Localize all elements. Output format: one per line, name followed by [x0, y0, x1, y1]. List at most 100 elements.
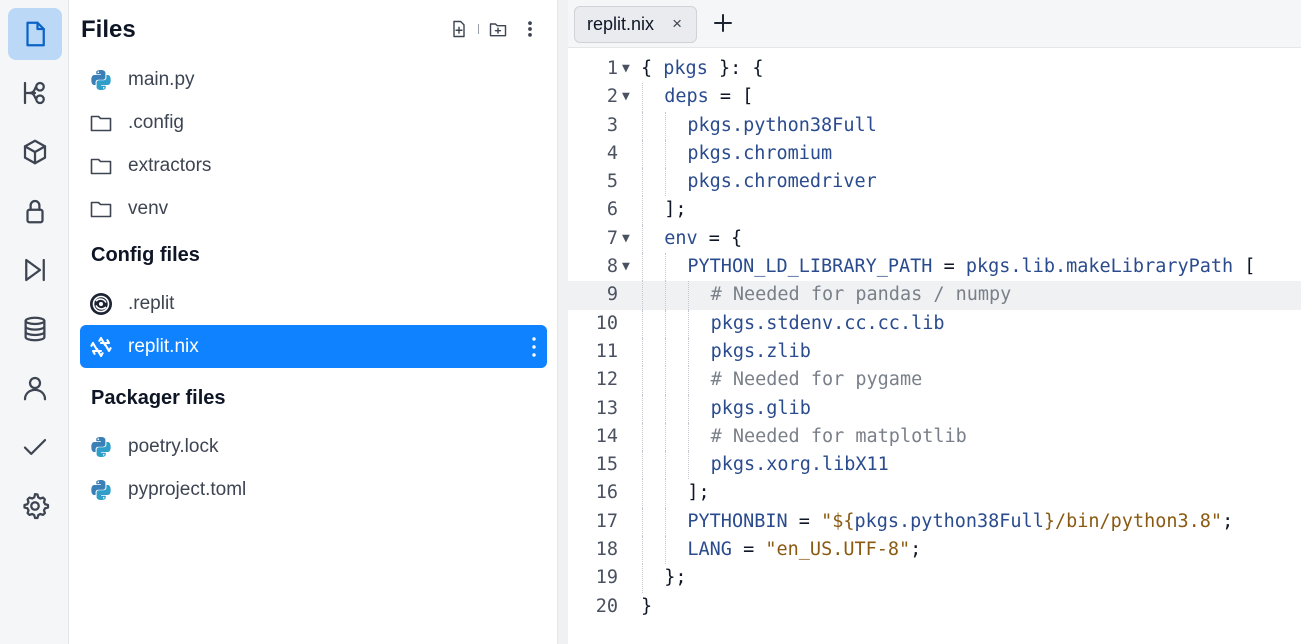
code-line[interactable]: 2 ▼ deps = [ [568, 83, 1301, 112]
indent-guide [642, 337, 643, 367]
code-token: pkgs.stdenv.cc.cc.lib [710, 312, 945, 334]
code-line[interactable]: 18 LANG = "en_US.UTF-8"; [568, 536, 1301, 565]
code-text: PYTHONBIN = "${pkgs.python38Full}/bin/py… [687, 508, 1233, 536]
code-text: }; [664, 564, 686, 592]
file-item-replit[interactable]: .replit [80, 282, 547, 325]
folder-item-extractors[interactable]: extractors [80, 144, 547, 187]
code-line[interactable]: 9 # Needed for pandas / numpy [568, 281, 1301, 310]
indent-guide [665, 536, 667, 565]
indent-guide [642, 564, 643, 593]
folder-item-config[interactable]: .config [80, 101, 547, 144]
config-files-heading: Config files [91, 244, 200, 266]
indent-guide [665, 309, 667, 338]
indent-guide [688, 394, 690, 423]
indent-guide [642, 479, 643, 508]
code-token: # Needed for pandas / numpy [710, 284, 1012, 306]
code-line[interactable]: 16]; [568, 479, 1301, 508]
code-line[interactable]: 8 ▼ PYTHON_LD_LIBRARY_PATH = pkgs.lib.make… [568, 253, 1301, 282]
fold-arrow-icon[interactable]: ▼ [622, 83, 630, 111]
line-number: 11 [595, 340, 618, 362]
folder-label: extractors [128, 154, 212, 176]
check-icon[interactable] [8, 421, 62, 473]
code-line[interactable]: 19}; [568, 564, 1301, 593]
tab-label: replit.nix [587, 14, 655, 34]
add-tab-icon[interactable] [711, 11, 735, 35]
code-token: pkgs.chromium [687, 142, 833, 164]
line-number: 8 [606, 256, 618, 278]
file-item-pyproject-toml[interactable]: pyproject.toml [80, 468, 547, 511]
fold-arrow-icon[interactable]: ▼ [622, 225, 630, 253]
new-file-icon[interactable] [446, 16, 472, 42]
file-item-replit-nix[interactable]: replit.nix [80, 325, 547, 368]
file-item-poetry-lock[interactable]: poetry.lock [80, 425, 547, 468]
code-token: = { [697, 227, 743, 249]
code-text: # Needed for pygame [711, 366, 923, 394]
user-icon[interactable] [8, 362, 62, 414]
code-token: ]; [664, 199, 687, 221]
file-label: pyproject.toml [128, 478, 247, 500]
more-options-icon[interactable] [517, 16, 543, 42]
code-line[interactable]: 3 pkgs.python38Full [568, 111, 1301, 140]
indent-guide [642, 281, 643, 310]
code-line[interactable]: 5 pkgs.chromedriver [568, 168, 1301, 197]
code-token: }: { [707, 58, 764, 79]
settings-gear-icon[interactable] [8, 480, 62, 532]
code-line[interactable]: 12 # Needed for pygame [568, 366, 1301, 395]
run-icon[interactable] [8, 244, 62, 296]
code-token: = [932, 256, 966, 278]
packages-cube-icon[interactable] [8, 126, 62, 178]
code-line[interactable]: 17 PYTHONBIN = "${pkgs.python38Full}/bin/… [568, 507, 1301, 537]
replit-config-icon [89, 292, 113, 316]
folder-item-venv[interactable]: venv [80, 187, 547, 230]
file-item-main-py[interactable]: main.py [80, 58, 547, 101]
indent-guide [642, 422, 643, 452]
code-text: pkgs.zlib [711, 338, 811, 366]
packager-files-heading: Packager files [91, 387, 226, 409]
code-line[interactable]: 11 pkgs.zlib [568, 337, 1301, 367]
code-line[interactable]: 6]; [568, 196, 1301, 225]
line-number: 5 [606, 171, 618, 193]
indent-guide [642, 309, 643, 338]
folder-label: venv [128, 197, 169, 219]
close-icon[interactable]: × [672, 14, 682, 34]
code-line[interactable]: 10 pkgs.stdenv.cc.cc.lib [568, 309, 1301, 338]
indent-guide [665, 366, 667, 395]
code-line[interactable]: 13 pkgs.glib [568, 394, 1301, 423]
tab-replit-nix[interactable]: replit.nix × [574, 6, 697, 43]
code-line[interactable]: 15 pkgs.xorg.libX11 [568, 451, 1301, 480]
indent-guide [642, 224, 643, 254]
fold-arrow-icon[interactable]: ▼ [622, 253, 630, 281]
code-text: pkgs.chromedriver [687, 168, 876, 196]
files-icon[interactable] [8, 8, 62, 60]
indent-guide [665, 281, 667, 310]
line-number: 20 [595, 595, 618, 617]
code-text: ]; [664, 196, 686, 224]
line-number: 16 [595, 482, 618, 504]
code-text: pkgs.stdenv.cc.cc.lib [711, 310, 945, 338]
indent-guide [665, 111, 667, 140]
code-line[interactable]: 14 # Needed for matplotlib [568, 422, 1301, 452]
code-token: pkgs.glib [710, 397, 811, 419]
more-options-icon[interactable] [529, 334, 539, 360]
python-icon [89, 435, 113, 459]
git-branch-icon[interactable] [8, 67, 62, 119]
code-line[interactable]: 4 pkgs.chromium [568, 139, 1301, 169]
line-number: 19 [595, 567, 618, 589]
code-line[interactable]: 20} [568, 593, 1301, 621]
folder-icon [89, 154, 113, 178]
code-line[interactable]: 1 ▼ { pkgs }: { [568, 55, 1301, 83]
indent-guide [665, 451, 667, 480]
file-label: poetry.lock [128, 435, 219, 457]
indent-guide [665, 422, 667, 452]
database-icon[interactable] [8, 303, 62, 355]
code-line[interactable]: 7 ▼ env = { [568, 224, 1301, 254]
code-token: }; [664, 567, 687, 589]
fold-arrow-icon[interactable]: ▼ [622, 55, 630, 83]
indent-guide [642, 536, 643, 565]
editor-tab-bar: replit.nix × [568, 0, 1301, 48]
new-folder-icon[interactable] [485, 16, 511, 42]
code-token: = [731, 539, 766, 561]
secrets-lock-icon[interactable] [8, 185, 62, 237]
code-token: ; [1222, 510, 1234, 532]
code-area[interactable]: 1 ▼{ pkgs }: {2 ▼ deps = [3 pkgs.python38Ful… [568, 55, 1301, 621]
